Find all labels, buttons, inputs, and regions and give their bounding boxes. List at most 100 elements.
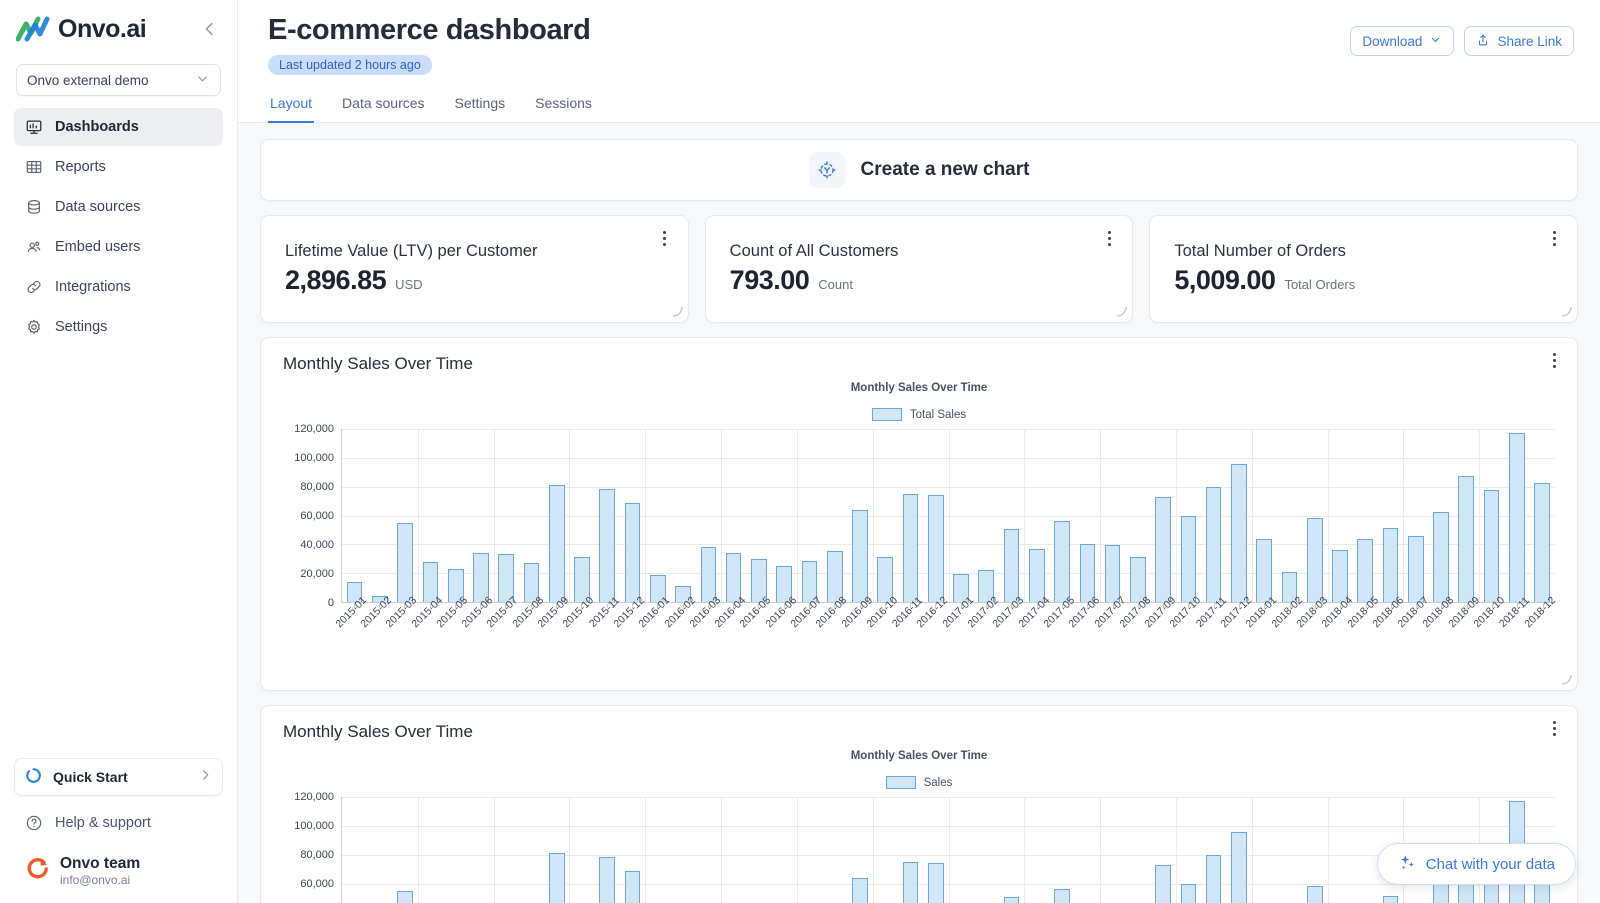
chevron-right-icon — [198, 768, 212, 785]
bar[interactable] — [397, 523, 413, 602]
kebab-menu-icon[interactable] — [1545, 718, 1563, 738]
bar[interactable] — [549, 485, 565, 602]
sidebar-item-settings[interactable]: Settings — [14, 308, 223, 346]
resize-handle[interactable] — [672, 306, 683, 317]
y-axis-tick-label: 80,000 — [300, 849, 334, 861]
bar[interactable] — [1408, 536, 1424, 602]
bar[interactable] — [1054, 889, 1070, 903]
bar[interactable] — [1357, 539, 1373, 602]
download-button[interactable]: Download — [1350, 26, 1454, 56]
kpi-card-customers[interactable]: Count of All Customers 793.00 Count — [705, 215, 1134, 323]
sidebar-item-data-sources[interactable]: Data sources — [14, 188, 223, 226]
bar[interactable] — [903, 862, 919, 903]
tab-layout[interactable]: Layout — [268, 89, 314, 123]
workspace-selector[interactable]: Onvo external demo — [16, 64, 221, 96]
bar-slot — [1024, 429, 1049, 602]
bar[interactable] — [1181, 516, 1197, 603]
chat-with-your-data-button[interactable]: Chat with your data — [1377, 843, 1576, 885]
bar-slot — [1151, 429, 1176, 602]
bar[interactable] — [1231, 464, 1247, 602]
team-account[interactable]: Onvo team info@onvo.ai — [14, 844, 223, 887]
kpi-value-row: 5,009.00 Total Orders — [1174, 265, 1553, 296]
bar[interactable] — [1231, 832, 1247, 903]
resize-handle[interactable] — [1561, 306, 1572, 317]
last-updated-badge: Last updated 2 hours ago — [268, 55, 432, 75]
bar[interactable] — [1206, 855, 1222, 903]
bar[interactable] — [549, 853, 565, 903]
quick-start-button[interactable]: Quick Start — [14, 758, 223, 796]
x-axis-slot: 2018-02 — [1277, 603, 1302, 655]
bar[interactable] — [1181, 884, 1197, 903]
team-name: Onvo team — [60, 854, 140, 873]
bar[interactable] — [397, 891, 413, 903]
bar[interactable] — [1256, 539, 1272, 602]
bar[interactable] — [1433, 512, 1449, 602]
kpi-card-orders[interactable]: Total Number of Orders 5,009.00 Total Or… — [1149, 215, 1578, 323]
bar[interactable] — [903, 494, 919, 602]
bar[interactable] — [1105, 545, 1121, 602]
bar[interactable] — [1080, 544, 1096, 602]
kebab-menu-icon[interactable] — [1545, 350, 1563, 370]
kpi-value-row: 2,896.85 USD — [285, 265, 664, 296]
sidebar-item-embed-users[interactable]: Embed users — [14, 228, 223, 266]
bar[interactable] — [1004, 529, 1020, 602]
bar[interactable] — [852, 510, 868, 602]
bar[interactable] — [1155, 497, 1171, 602]
sidebar-item-reports[interactable]: Reports — [14, 148, 223, 186]
team-text: Onvo team info@onvo.ai — [60, 854, 140, 887]
bar[interactable] — [1307, 886, 1323, 903]
bar[interactable] — [1383, 896, 1399, 903]
bar-slot — [544, 797, 569, 903]
bar-slot — [974, 797, 999, 903]
sidebar-item-integrations[interactable]: Integrations — [14, 268, 223, 306]
bar-slot — [1504, 429, 1529, 602]
bar[interactable] — [1155, 865, 1171, 903]
bar[interactable] — [928, 863, 944, 903]
bar[interactable] — [1206, 487, 1222, 602]
sidebar-item-dashboards[interactable]: Dashboards — [14, 108, 223, 146]
kebab-menu-icon[interactable] — [656, 228, 674, 248]
resize-handle[interactable] — [1561, 674, 1572, 685]
bar[interactable] — [599, 489, 615, 602]
plot-area — [341, 797, 1555, 903]
tab-data-sources[interactable]: Data sources — [340, 89, 426, 123]
tab-settings[interactable]: Settings — [453, 89, 508, 123]
chevron-left-icon[interactable] — [197, 16, 223, 42]
x-axis-slot: 2016-03 — [695, 603, 720, 655]
kpi-value-row: 793.00 Count — [730, 265, 1109, 296]
create-new-chart-card[interactable]: Create a new chart — [260, 139, 1578, 201]
bar[interactable] — [625, 503, 641, 602]
x-axis-slot: 2016-06 — [771, 603, 796, 655]
bar[interactable] — [599, 857, 615, 903]
share-link-button[interactable]: Share Link — [1464, 26, 1574, 56]
bar[interactable] — [1458, 476, 1474, 602]
bar[interactable] — [1383, 528, 1399, 602]
bar[interactable] — [928, 495, 944, 602]
resize-handle[interactable] — [1116, 306, 1127, 317]
tab-sessions[interactable]: Sessions — [533, 89, 594, 123]
bar[interactable] — [1509, 433, 1525, 602]
onvo-logo-icon — [16, 14, 50, 44]
chart-card-monthly-sales-1[interactable]: Monthly Sales Over Time Monthly Sales Ov… — [260, 337, 1578, 691]
chart-legend: Total Sales — [283, 408, 1555, 421]
bar-slot — [367, 429, 392, 602]
bar[interactable] — [1307, 518, 1323, 602]
x-axis-slot: 2015-07 — [493, 603, 518, 655]
chevron-down-icon — [1429, 33, 1442, 49]
kpi-card-ltv[interactable]: Lifetime Value (LTV) per Customer 2,896.… — [260, 215, 689, 323]
bar[interactable] — [1004, 897, 1020, 903]
x-axis-slot: 2018-05 — [1353, 603, 1378, 655]
bar-slot — [948, 429, 973, 602]
bar-slot — [1252, 429, 1277, 602]
bar[interactable] — [625, 871, 641, 903]
bar[interactable] — [1534, 483, 1550, 602]
bar-slot — [1024, 797, 1049, 903]
link-icon — [24, 278, 43, 297]
kebab-menu-icon[interactable] — [1545, 228, 1563, 248]
bar[interactable] — [852, 878, 868, 903]
kebab-menu-icon[interactable] — [1100, 228, 1118, 248]
app-root: Onvo.ai Onvo external demo Dashboards — [0, 0, 1600, 903]
bar[interactable] — [1484, 490, 1500, 602]
help-support-button[interactable]: Help & support — [14, 804, 223, 842]
bar[interactable] — [1054, 521, 1070, 602]
